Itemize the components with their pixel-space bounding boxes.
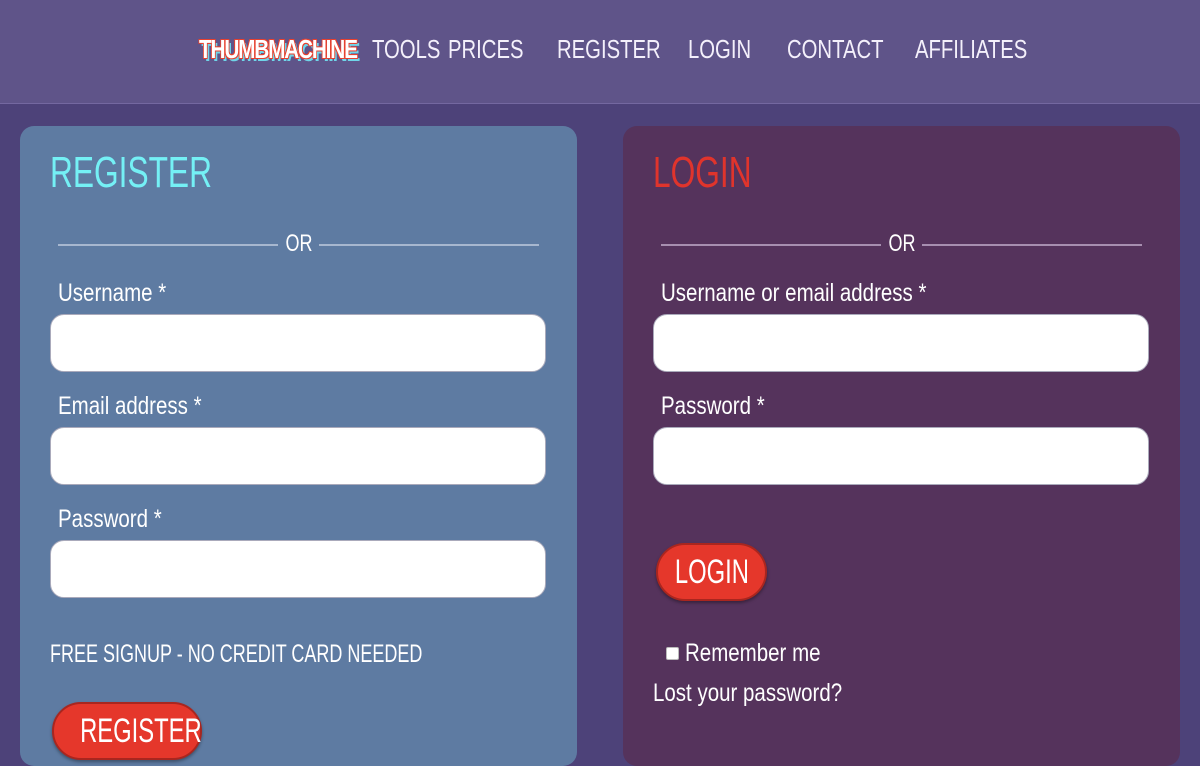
login-title: LOGIN	[653, 148, 752, 197]
nav-links: THUMBMACHINE TOOLS PRICES REGISTER LOGIN…	[0, 0, 1200, 103]
register-email-input[interactable]	[50, 427, 546, 485]
email-label: Email address *	[58, 392, 202, 420]
nav-link-contact[interactable]: CONTACT	[787, 34, 884, 65]
register-title: REGISTER	[50, 148, 212, 197]
remember-me[interactable]: Remember me	[666, 639, 850, 668]
nav-link-affiliates[interactable]: AFFILIATES	[915, 34, 1027, 65]
login-button-label: LOGIN	[674, 552, 749, 591]
remember-me-checkbox[interactable]	[666, 647, 679, 660]
register-card: REGISTER OR Username * Email address * P…	[20, 126, 577, 766]
login-password-input[interactable]	[653, 427, 1149, 485]
login-or-divider: OR	[661, 230, 1142, 258]
register-or-divider: OR	[58, 230, 539, 258]
login-button[interactable]: LOGIN	[656, 543, 767, 601]
free-signup-note: FREE SIGNUP - NO CREDIT CARD NEEDED	[50, 640, 423, 668]
username-or-email-label: Username or email address *	[661, 279, 927, 307]
login-card: LOGIN OR Username or email address * Pas…	[623, 126, 1180, 766]
login-username-input[interactable]	[653, 314, 1149, 372]
register-button[interactable]: REGISTER	[52, 702, 202, 760]
or-text: OR	[285, 230, 312, 257]
nav-link-tools[interactable]: TOOLS	[372, 34, 440, 65]
nav-link-login[interactable]: LOGIN	[688, 34, 751, 65]
divider-line	[922, 244, 1142, 246]
password-label: Password *	[58, 505, 162, 533]
divider-line	[319, 244, 539, 246]
register-password-input[interactable]	[50, 540, 546, 598]
register-button-label: REGISTER	[80, 711, 202, 750]
or-text: OR	[888, 230, 915, 257]
nav-link-register[interactable]: REGISTER	[557, 34, 661, 65]
nav-link-prices[interactable]: PRICES	[448, 34, 524, 65]
register-username-input[interactable]	[50, 314, 546, 372]
username-label: Username *	[58, 279, 167, 307]
top-navbar: THUMBMACHINE TOOLS PRICES REGISTER LOGIN…	[0, 0, 1200, 104]
site-logo[interactable]: THUMBMACHINE	[199, 34, 358, 65]
login-password-label: Password *	[661, 392, 765, 420]
remember-me-label: Remember me	[685, 639, 821, 667]
lost-password-link[interactable]: Lost your password?	[653, 679, 842, 708]
